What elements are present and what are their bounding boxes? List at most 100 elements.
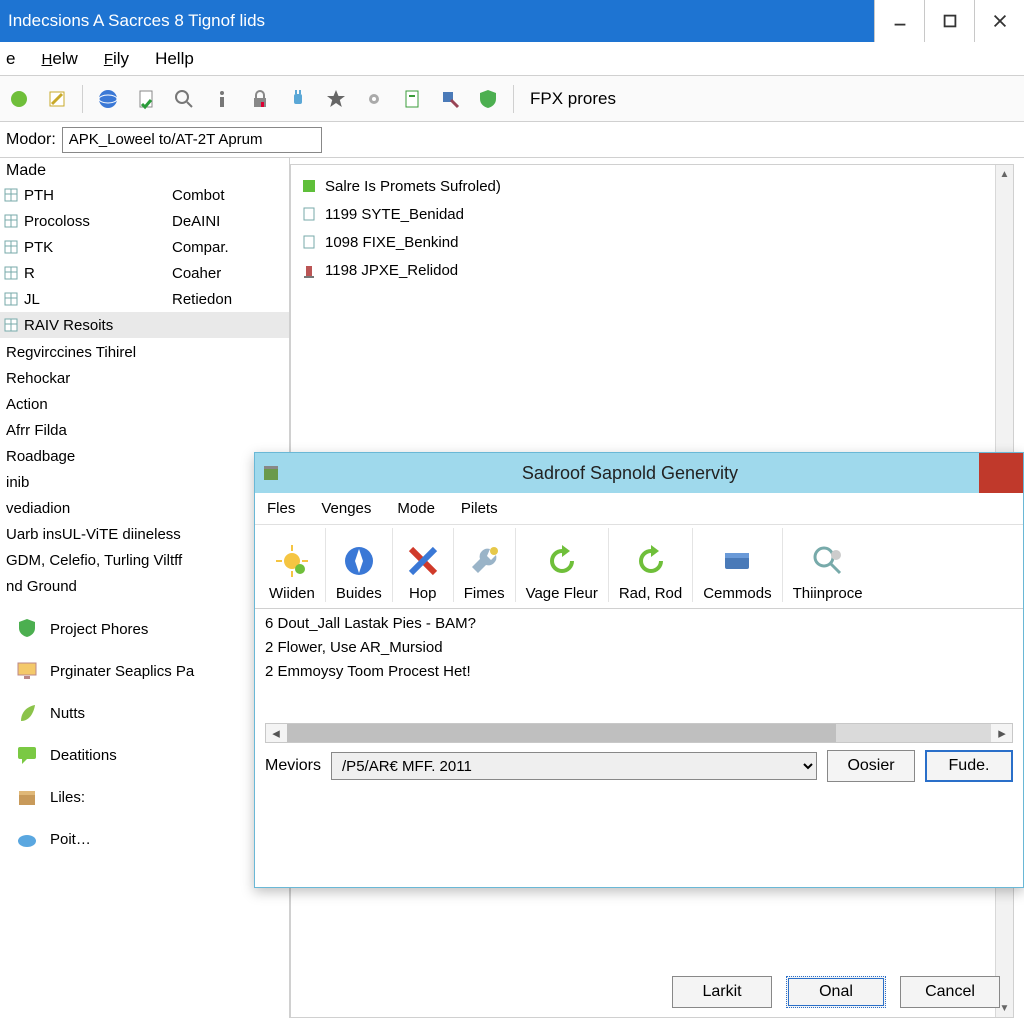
list-label: 1098 FIXE_Benkind — [325, 234, 458, 251]
list-label: 1198 JPXE_Relidod — [325, 262, 458, 279]
grid-row[interactable]: RAIV Resoits — [0, 312, 289, 338]
dialog-menu-item[interactable]: Pilets — [461, 500, 498, 517]
globe-icon[interactable] — [93, 84, 123, 114]
nav-item[interactable]: Project Phores — [0, 608, 289, 650]
grid-c1: PTH — [22, 187, 172, 204]
edit-icon[interactable] — [42, 84, 72, 114]
oosier-button[interactable]: Oosier — [827, 750, 915, 782]
menu-item[interactable]: Fily — [104, 49, 129, 69]
cross-icon — [403, 541, 443, 581]
shield-icon[interactable] — [473, 84, 503, 114]
lock-icon[interactable] — [245, 84, 275, 114]
nav-label: Project Phores — [50, 621, 148, 638]
tool-label: Hop — [409, 585, 437, 602]
list-label: Salre Is Promets Sufroled) — [325, 178, 501, 195]
dialog-close-button[interactable] — [979, 453, 1023, 493]
star-icon[interactable] — [321, 84, 351, 114]
dialog-menu-item[interactable]: Mode — [397, 500, 435, 517]
search-icon[interactable] — [169, 84, 199, 114]
cancel-button[interactable]: Cancel — [900, 976, 1000, 1008]
dialog-tool-wiiden[interactable]: Wiiden — [259, 528, 326, 602]
main-menubar: e Helw Fily Hellp — [0, 42, 1024, 76]
grid-row[interactable]: JLRetiedon — [0, 286, 289, 312]
nav-item[interactable]: Liles: — [0, 776, 289, 818]
tree-item[interactable]: vediadion — [6, 496, 283, 520]
tree-item[interactable]: Regvirccines Tihirel — [6, 340, 283, 364]
maximize-button[interactable] — [924, 0, 974, 42]
tree-item[interactable]: Uarb insUL-ViTE diineless — [6, 522, 283, 546]
grid-c2: DeAINI — [172, 213, 289, 230]
meviors-select[interactable]: /P5/AR€ MFF. 2011 — [331, 752, 817, 780]
plug-icon[interactable] — [283, 84, 313, 114]
tree-item[interactable]: Rehockar — [6, 366, 283, 390]
tree-item[interactable]: Action — [6, 392, 283, 416]
dialog-tool-buides[interactable]: Buides — [326, 528, 393, 602]
tool-label: Thiinproce — [793, 585, 863, 602]
sun-icon — [272, 541, 312, 581]
dialog-body-line: 2 Flower, Use AR_Mursiod — [265, 639, 1013, 663]
larkit-button[interactable]: Larkit — [672, 976, 772, 1008]
refresh-icon — [542, 541, 582, 581]
nav-item[interactable]: Nutts — [0, 692, 289, 734]
grid-row[interactable]: RCoaher — [0, 260, 289, 286]
dialog-tool-cemmods[interactable]: Cemmods — [693, 528, 782, 602]
wrench-icon — [464, 541, 504, 581]
tool-label: Buides — [336, 585, 382, 602]
compass-icon — [339, 541, 379, 581]
nav-item[interactable]: Prginater Seaplics Pa — [0, 650, 289, 692]
list-item[interactable]: 1199 SYTE_Benidad — [299, 201, 1005, 227]
scroll-left-icon[interactable]: ◂ — [266, 724, 286, 742]
refresh2-icon — [631, 541, 671, 581]
menu-item[interactable]: Hellp — [155, 49, 194, 69]
tree-item[interactable]: GDM, Celefio, Turling Viltff — [6, 548, 283, 572]
dialog-title: Sadroof Sapnold Genervity — [281, 463, 979, 484]
list-item[interactable]: 1198 JPXE_Relidod — [299, 257, 1005, 283]
dialog-tool-fimes[interactable]: Fimes — [454, 528, 516, 602]
tool-label: Cemmods — [703, 585, 771, 602]
dialog-tool-hop[interactable]: Hop — [393, 528, 454, 602]
doc-check-icon[interactable] — [131, 84, 161, 114]
window-title: Indecsions A Sacrces 8 Tignof lids — [0, 11, 874, 31]
mag-icon — [808, 541, 848, 581]
green-icon — [299, 178, 319, 194]
addr-input[interactable] — [62, 127, 322, 153]
nav-item[interactable]: Deatitions — [0, 734, 289, 776]
dialog-hscrollbar[interactable]: ◂ ▸ — [265, 723, 1013, 743]
grid-row[interactable]: PTHCombot — [0, 182, 289, 208]
grid-row[interactable]: ProcolossDeAINI — [0, 208, 289, 234]
dialog-tool-vage fleur[interactable]: Vage Fleur — [516, 528, 609, 602]
tree-item[interactable]: Roadbage — [6, 444, 283, 468]
tree-item[interactable]: nd Ground — [6, 574, 283, 598]
nav-label: Prginater Seaplics Pa — [50, 663, 194, 680]
leaf-icon — [14, 700, 40, 726]
addr-label: Modor: — [6, 131, 56, 149]
doc-icon — [299, 234, 319, 250]
list-item[interactable]: 1098 FIXE_Benkind — [299, 229, 1005, 255]
dialog-tool-rad, rod[interactable]: Rad, Rod — [609, 528, 693, 602]
dialog-menu-item[interactable]: Fles — [267, 500, 295, 517]
nav-item[interactable]: Poit… — [0, 818, 289, 860]
scroll-right-icon[interactable]: ▸ — [992, 724, 1012, 742]
column-icon — [0, 187, 22, 203]
page-icon[interactable] — [397, 84, 427, 114]
dialog-tool-thiinproce[interactable]: Thiinproce — [783, 528, 873, 602]
dialog-menu-item[interactable]: Venges — [321, 500, 371, 517]
menu-item[interactable]: e — [6, 49, 15, 69]
fude-button[interactable]: Fude. — [925, 750, 1013, 782]
leaf-icon[interactable] — [4, 84, 34, 114]
onal-button[interactable]: Onal — [786, 976, 886, 1008]
dialog-app-icon — [255, 463, 281, 483]
info-icon[interactable] — [207, 84, 237, 114]
list-item[interactable]: Salre Is Promets Sufroled) — [299, 173, 1005, 199]
grid-row[interactable]: PTKCompar. — [0, 234, 289, 260]
grid-c1: JL — [22, 291, 172, 308]
menu-item[interactable]: Helw — [41, 49, 77, 69]
minimize-button[interactable] — [874, 0, 924, 42]
tree-item[interactable]: Afrr Filda — [6, 418, 283, 442]
scroll-up-icon[interactable]: ▲ — [996, 165, 1013, 183]
tree-item[interactable]: inib — [6, 470, 283, 494]
close-button[interactable] — [974, 0, 1024, 42]
brush-icon[interactable] — [435, 84, 465, 114]
nav-label: Deatitions — [50, 747, 117, 764]
gear-icon[interactable] — [359, 84, 389, 114]
